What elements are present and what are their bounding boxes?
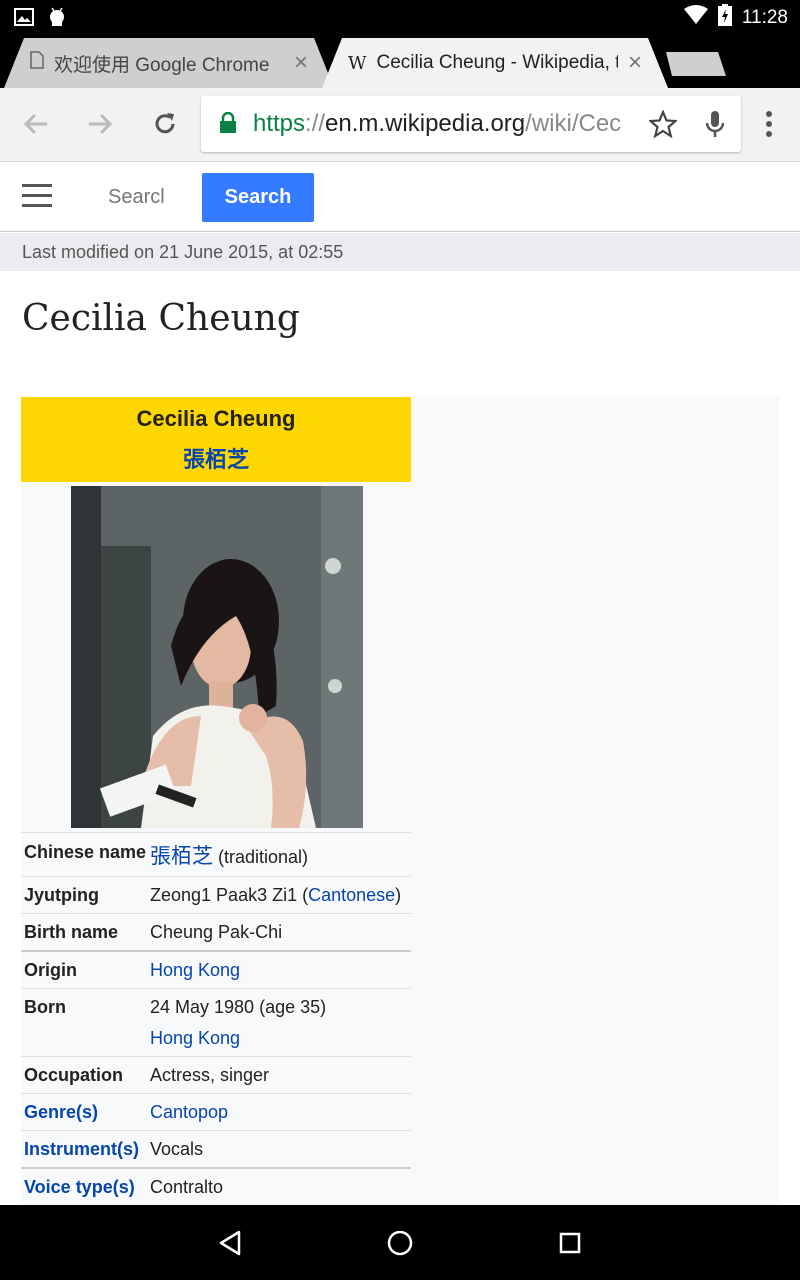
star-icon[interactable] [647,109,679,143]
table-row: Voice type(s) Contralto [21,1167,411,1205]
tab-title: 欢迎使用 Google Chrome [54,54,270,76]
tab-wikipedia[interactable]: W Cecilia Cheung - Wikipedia, t × [322,38,668,88]
table-row: Genre(s) Cantopop [21,1093,411,1130]
browser-toolbar: https://en.m.wikipedia.org/wiki/Cec [0,88,800,162]
image-icon [14,8,34,31]
android-icon [48,6,66,33]
back-triangle-icon[interactable] [212,1225,248,1261]
search-button[interactable]: Search [202,173,314,222]
tab-strip: 欢迎使用 Google Chrome × W Cecilia Cheung - … [0,32,800,88]
table-row: Origin Hong Kong [21,950,411,988]
recents-square-icon[interactable] [552,1225,588,1261]
portrait-photo[interactable] [71,486,363,828]
infobox-chinese-name[interactable]: 張栢芝 [21,442,411,474]
close-icon[interactable]: × [294,51,308,75]
clock: 11:28 [741,6,788,28]
back-icon[interactable] [18,106,54,142]
table-row: Born 24 May 1980 (age 35) Hong Kong [21,988,411,1056]
table-row: Birth name Cheung Pak-Chi [21,913,411,950]
mic-icon[interactable] [697,106,733,142]
status-bar: 11:28 [0,0,800,32]
traditional-note[interactable]: (traditional) [213,847,308,867]
wikipedia-icon: W [348,52,367,74]
search-input[interactable] [96,176,186,218]
web-page: Search Last modified on 21 June 2015, at… [0,162,800,1205]
hamburger-menu-icon[interactable] [22,184,52,208]
page-title: Cecilia Cheung [22,298,300,339]
battery-charging-icon [717,4,732,31]
table-row: Instrument(s) Vocals [21,1130,411,1167]
page-icon [30,51,44,75]
lock-icon [219,111,237,139]
tab-title: Cecilia Cheung - Wikipedia, t [376,52,618,73]
table-row: Chinese name 張栢芝 (traditional) [21,832,411,876]
new-tab-button[interactable] [666,38,728,88]
address-bar[interactable]: https://en.m.wikipedia.org/wiki/Cec [201,96,741,152]
forward-icon[interactable] [82,106,118,142]
wiki-header: Search [0,162,800,232]
infobox-name: Cecilia Cheung [136,406,296,431]
infobox-header: Cecilia Cheung 張栢芝 [21,397,411,482]
url-text: https://en.m.wikipedia.org/wiki/Cec [253,110,622,137]
table-row: Jyutping Zeong1 Paak3 Zi1 (Cantonese) [21,876,411,913]
android-nav-bar [0,1205,800,1280]
reload-icon[interactable] [147,106,183,142]
last-modified[interactable]: Last modified on 21 June 2015, at 02:55 [0,233,800,271]
menu-icon[interactable] [751,106,787,142]
table-row: Occupation Actress, singer [21,1056,411,1093]
infobox: Cecilia Cheung 張栢芝 Chinese name 張栢芝 (tra… [21,397,411,1197]
infobox-rows: Chinese name 張栢芝 (traditional) Jyutping … [21,832,411,1205]
close-icon[interactable]: × [628,51,642,75]
home-circle-icon[interactable] [382,1225,418,1261]
tab-google-chrome[interactable]: 欢迎使用 Google Chrome × [4,38,334,88]
wifi-icon [683,5,708,30]
